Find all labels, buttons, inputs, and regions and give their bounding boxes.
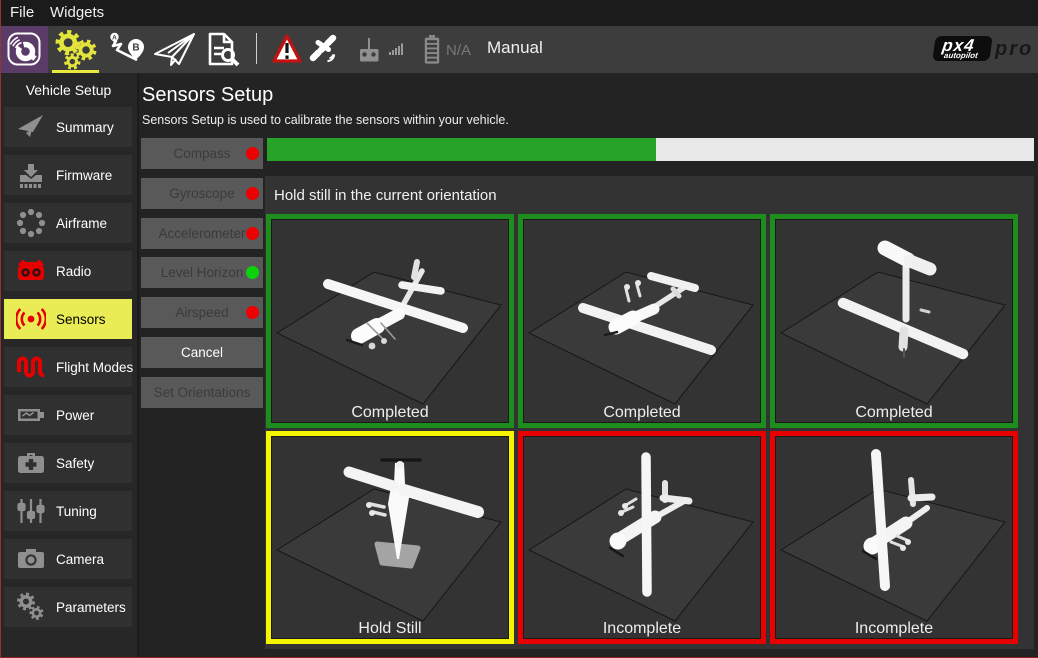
svg-text:A: A [112, 34, 117, 41]
svg-text:B: B [132, 43, 139, 54]
